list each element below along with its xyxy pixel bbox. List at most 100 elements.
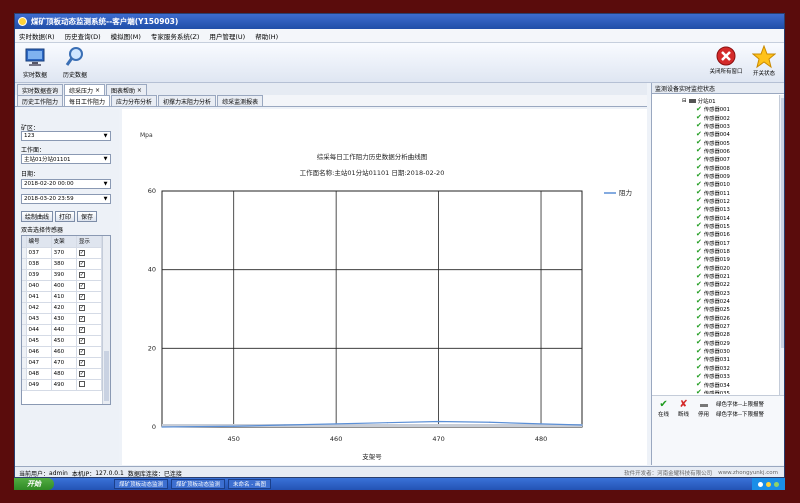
face-select[interactable]: 主站01分站01101 ▼ <box>21 154 111 164</box>
scroll-thumb[interactable] <box>104 351 109 401</box>
sensor-node[interactable]: ✔ 传感器028 <box>652 330 780 338</box>
table-row[interactable]: 041 410 ✓ <box>22 291 103 303</box>
show-checkbox-cell[interactable]: ✓ <box>76 324 103 336</box>
sensor-node[interactable]: ✔ 传感器025 <box>652 305 780 313</box>
menu-expert[interactable]: 专家服务系统(Z) <box>151 31 200 41</box>
sensor-node[interactable]: ✔ 传感器002 <box>652 113 780 122</box>
tray-icon[interactable] <box>774 481 779 487</box>
draw-curve-button[interactable]: 绘制曲线 <box>21 211 54 222</box>
menu-realtime[interactable]: 实时数据(R) <box>19 31 55 41</box>
sensor-node[interactable]: ✔ 传感器006 <box>652 147 780 155</box>
table-row[interactable]: 048 480 ✓ <box>22 368 103 380</box>
save-button[interactable]: 保存 <box>77 211 98 222</box>
tab-close-icon[interactable]: × <box>95 87 100 94</box>
show-checkbox[interactable]: ✓ <box>78 315 85 322</box>
history-data-button[interactable]: 历史数据 <box>59 46 91 82</box>
show-checkbox[interactable]: ✓ <box>78 304 85 311</box>
menu-user[interactable]: 用户管理(U) <box>209 31 245 41</box>
sensor-node[interactable]: ✔ 传感器007 <box>652 155 780 163</box>
sensor-node[interactable]: ✔ 传感器018 <box>652 247 780 255</box>
sensor-node[interactable]: ✔ 传感器013 <box>652 205 780 213</box>
tab-realtime-query[interactable]: 实时数据查询 <box>17 84 64 95</box>
show-checkbox-cell[interactable]: ✓ <box>76 357 103 369</box>
sensor-node[interactable]: ✔ 传感器011 <box>652 188 780 197</box>
sensor-node[interactable]: ✔ 传感器030 <box>652 347 780 355</box>
column-header-show[interactable]: 显示 <box>76 236 103 248</box>
column-header-id[interactable]: 编号 <box>26 236 52 248</box>
show-checkbox[interactable]: ✓ <box>78 326 85 333</box>
tab-monitor-report[interactable]: 综采监测报表 <box>217 95 264 106</box>
tab-setting-load-analysis[interactable]: 初撑力末阻力分析 <box>158 95 217 106</box>
column-header-support[interactable]: 支架 <box>51 236 77 248</box>
show-checkbox-cell[interactable]: ✓ <box>76 247 103 259</box>
tab-history-resistance[interactable]: 历史工作阻力 <box>17 95 64 106</box>
show-checkbox-cell[interactable]: ✓ <box>76 346 103 358</box>
end-date-picker[interactable]: 2018-03-20 23:59 ▼ <box>21 194 111 204</box>
sensor-node[interactable]: ✔ 传感器001 <box>652 105 780 113</box>
sensor-node[interactable]: ✔ 传感器017 <box>652 239 780 247</box>
sensor-node[interactable]: ✔ 传感器015 <box>652 222 780 230</box>
sensor-node[interactable]: ✔ 传感器033 <box>652 372 780 380</box>
table-row[interactable]: 046 460 ✓ <box>22 346 103 358</box>
show-checkbox[interactable]: ✓ <box>78 370 85 377</box>
show-checkbox[interactable]: ✓ <box>78 359 85 366</box>
show-checkbox-cell[interactable]: ✓ <box>76 302 103 314</box>
sensor-node[interactable]: ✔ 传感器035 <box>652 389 780 394</box>
sensor-node[interactable]: ✔ 传感器021 <box>652 272 780 280</box>
tree-expander-icon[interactable]: ⊟ <box>682 98 687 104</box>
taskbar-item[interactable]: 煤矿顶板动态监测 <box>114 479 169 489</box>
sensor-node[interactable]: ✔ 传感器003 <box>652 122 780 130</box>
sensor-node[interactable]: ✔ 传感器019 <box>652 255 780 263</box>
tab-support-pressure[interactable]: 综采压力 × <box>64 84 105 95</box>
tab-daily-resistance[interactable]: 每日工作阻力 <box>64 95 111 106</box>
show-checkbox-cell[interactable]: ✓ <box>76 291 103 303</box>
sensor-node[interactable]: ✔ 传感器026 <box>652 314 780 322</box>
menu-simulation[interactable]: 模拟图(M) <box>111 31 141 41</box>
show-checkbox[interactable]: ✓ <box>78 293 85 300</box>
show-checkbox[interactable]: ✓ <box>78 271 85 278</box>
show-checkbox[interactable] <box>78 380 85 387</box>
sensor-node[interactable]: ✔ 传感器029 <box>652 339 780 347</box>
switch-status-button[interactable]: 开关状态 <box>747 45 781 83</box>
tab-chart-help[interactable]: 图表帮助 × <box>105 84 147 95</box>
scroll-thumb[interactable] <box>781 98 784 348</box>
menu-help[interactable]: 帮助(H) <box>255 31 278 41</box>
show-checkbox[interactable]: ✓ <box>78 249 85 256</box>
taskbar-item[interactable]: 煤矿顶板动态监测 <box>171 479 226 489</box>
show-checkbox-cell[interactable]: ✓ <box>76 368 103 380</box>
tray-icon[interactable] <box>758 481 763 487</box>
close-all-windows-button[interactable]: 关闭所有窗口 <box>709 45 743 83</box>
table-row[interactable]: 043 430 ✓ <box>22 313 103 325</box>
table-row[interactable]: 040 400 ✓ <box>22 280 103 292</box>
sensor-node[interactable]: ✔ 传感器020 <box>652 264 780 272</box>
table-row[interactable]: 042 420 ✓ <box>22 302 103 314</box>
show-checkbox-cell[interactable]: ✓ <box>76 335 103 347</box>
print-button[interactable]: 打印 <box>55 211 76 222</box>
sensor-grid-scrollbar[interactable] <box>102 236 110 404</box>
show-checkbox[interactable]: ✓ <box>78 282 85 289</box>
tray-icon[interactable] <box>766 481 771 487</box>
sensor-node[interactable]: ✔ 传感器031 <box>652 355 780 363</box>
table-row[interactable]: 037 370 ✓ <box>22 247 103 259</box>
show-checkbox-cell[interactable]: ✓ <box>76 280 103 292</box>
table-row[interactable]: 047 470 ✓ <box>22 357 103 369</box>
tab-stress-distribution[interactable]: 应力分布分析 <box>111 95 158 106</box>
menu-history[interactable]: 历史查询(D) <box>65 31 101 41</box>
tab-close-icon[interactable]: × <box>137 87 142 94</box>
area-select[interactable]: 123 ▼ <box>21 131 111 141</box>
tree-branch[interactable]: ⊟ 分站01 <box>652 96 780 105</box>
show-checkbox-cell[interactable]: ✓ <box>76 258 103 270</box>
sensor-node[interactable]: ✔ 传感器014 <box>652 213 780 222</box>
sensor-node[interactable]: ✔ 传感器016 <box>652 230 780 238</box>
show-checkbox[interactable]: ✓ <box>78 337 85 344</box>
show-checkbox[interactable]: ✓ <box>78 348 85 355</box>
sensor-node[interactable]: ✔ 传感器010 <box>652 180 780 188</box>
start-date-picker[interactable]: 2018-02-20 00:00 ▼ <box>21 179 111 189</box>
sensor-node[interactable]: ✔ 传感器027 <box>652 322 780 330</box>
start-button[interactable]: 开始 <box>14 478 54 490</box>
tree-scrollbar[interactable] <box>779 95 784 395</box>
table-row[interactable]: 044 440 ✓ <box>22 324 103 336</box>
sensor-node[interactable]: ✔ 传感器024 <box>652 297 780 305</box>
sensor-node[interactable]: ✔ 传感器008 <box>652 163 780 172</box>
table-row[interactable]: 049 490 <box>22 379 103 391</box>
